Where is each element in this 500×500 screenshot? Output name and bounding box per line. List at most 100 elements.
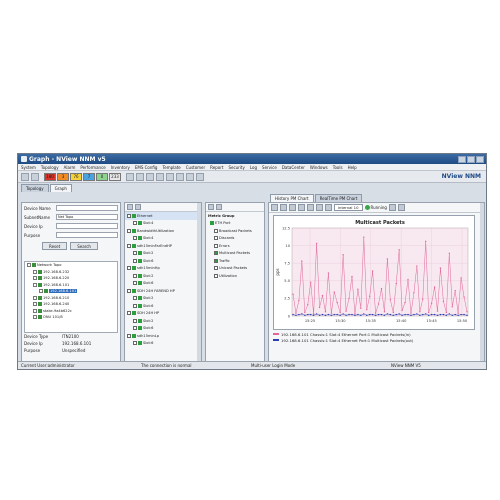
metric-checkbox[interactable] bbox=[214, 273, 218, 278]
expand-icon[interactable] bbox=[127, 204, 133, 210]
alarm-count-badge[interactable]: 0 bbox=[96, 172, 108, 181]
resource-node[interactable]: sdh15minLp bbox=[125, 332, 201, 340]
menu-item[interactable]: Help bbox=[348, 165, 357, 170]
metric-checkbox[interactable] bbox=[214, 258, 218, 263]
expand-icon[interactable] bbox=[133, 236, 137, 241]
menu-item[interactable]: Template bbox=[162, 165, 180, 170]
metric-item[interactable]: Broadcast Packets bbox=[206, 227, 264, 235]
metric-checkbox[interactable] bbox=[214, 251, 218, 256]
zoom-in-icon[interactable] bbox=[271, 204, 278, 211]
expand-icon[interactable] bbox=[33, 315, 37, 320]
expand-icon[interactable] bbox=[127, 333, 131, 338]
toolbar-icon[interactable] bbox=[176, 172, 184, 181]
menu-item[interactable]: DataCenter bbox=[282, 165, 305, 170]
menu-item[interactable]: Alarm bbox=[64, 165, 76, 170]
collapse-icon[interactable] bbox=[135, 204, 141, 210]
resource-node[interactable]: Slot:6 bbox=[125, 257, 201, 265]
expand-icon[interactable] bbox=[133, 258, 137, 263]
resource-node[interactable]: Slot:4 bbox=[125, 220, 201, 228]
expand-icon[interactable] bbox=[133, 326, 137, 331]
clear-icon[interactable] bbox=[216, 204, 222, 210]
zoom-out-icon[interactable] bbox=[280, 204, 287, 211]
field-input[interactable] bbox=[56, 205, 118, 211]
metric-item[interactable]: Utilization bbox=[206, 272, 264, 280]
chart-type-icon[interactable] bbox=[325, 204, 332, 211]
expand-icon[interactable] bbox=[133, 281, 137, 286]
interval-select[interactable]: interval 10 bbox=[334, 204, 363, 211]
metric-item[interactable]: Multicast Packets bbox=[206, 250, 264, 258]
metric-checkbox[interactable] bbox=[214, 243, 218, 248]
menu-item[interactable]: Customer bbox=[186, 165, 205, 170]
resource-node[interactable]: Slot:2 bbox=[125, 295, 201, 303]
expand-icon[interactable] bbox=[33, 276, 37, 281]
alarm-count-badge[interactable]: 233 bbox=[109, 172, 121, 181]
metric-item[interactable]: Metric Group bbox=[206, 212, 264, 220]
resource-node[interactable]: sdh15minHp bbox=[125, 265, 201, 273]
settings-icon[interactable] bbox=[307, 204, 314, 211]
expand-icon[interactable] bbox=[33, 295, 37, 300]
expand-icon[interactable] bbox=[127, 311, 131, 316]
toolbar-icon[interactable] bbox=[31, 172, 39, 181]
toolbar-icon[interactable] bbox=[166, 172, 174, 181]
metric-item[interactable]: Discards bbox=[206, 235, 264, 243]
expand-icon[interactable] bbox=[33, 302, 37, 307]
field-input[interactable] bbox=[56, 232, 118, 238]
resource-node[interactable]: Ethernet bbox=[125, 212, 201, 220]
alarm-count-badge[interactable]: 180 bbox=[44, 172, 56, 181]
resource-node[interactable]: SDH 24H FAREND HP bbox=[125, 287, 201, 295]
close-button[interactable] bbox=[476, 155, 484, 163]
resource-node[interactable]: sdh15minFarEndHP bbox=[125, 242, 201, 250]
toolbar-icon[interactable] bbox=[21, 172, 29, 181]
metric-item[interactable]: ETH Port bbox=[206, 220, 264, 228]
resource-node[interactable]: Slot:2 bbox=[125, 317, 201, 325]
help-icon[interactable] bbox=[196, 172, 204, 181]
chart-tab[interactable]: RealTime PM Chart bbox=[314, 194, 363, 202]
resource-node[interactable]: Slot:2 bbox=[125, 272, 201, 280]
maximize-button[interactable] bbox=[467, 155, 475, 163]
resource-node[interactable]: Slot:6 bbox=[125, 325, 201, 333]
chart-tab[interactable]: History PM Chart bbox=[270, 194, 314, 202]
expand-icon[interactable] bbox=[127, 213, 131, 218]
expand-icon[interactable] bbox=[133, 341, 137, 346]
expand-icon[interactable] bbox=[27, 263, 31, 268]
resource-node[interactable]: Slot:2 bbox=[125, 250, 201, 258]
alarm-count-badge[interactable]: 3 bbox=[57, 172, 69, 181]
expand-icon[interactable] bbox=[133, 221, 137, 226]
tree-node[interactable]: ONU 101/8 bbox=[25, 314, 117, 321]
reset-button[interactable]: Reset bbox=[42, 242, 68, 250]
pause-icon[interactable] bbox=[388, 204, 396, 211]
resource-node[interactable]: Slot:6 bbox=[125, 280, 201, 288]
metric-item[interactable]: Unicast Packets bbox=[206, 265, 264, 273]
stop-icon[interactable] bbox=[397, 204, 405, 211]
resource-node[interactable]: SDH 24H HP bbox=[125, 310, 201, 318]
resource-node[interactable]: Slot:6 bbox=[125, 340, 201, 348]
expand-icon[interactable] bbox=[127, 288, 131, 293]
metric-checkbox[interactable] bbox=[214, 236, 218, 241]
expand-icon[interactable] bbox=[133, 251, 137, 256]
toolbar-icon[interactable] bbox=[146, 172, 154, 181]
menu-item[interactable]: Performance bbox=[80, 165, 105, 170]
minimize-button[interactable] bbox=[458, 155, 466, 163]
menu-item[interactable]: Topology bbox=[41, 165, 59, 170]
alarm-count-badge[interactable]: 7 bbox=[83, 172, 95, 181]
toolbar-icon[interactable] bbox=[186, 172, 194, 181]
expand-icon[interactable] bbox=[127, 228, 131, 233]
expand-icon[interactable] bbox=[133, 273, 137, 278]
metric-item[interactable]: Traffic bbox=[206, 257, 264, 265]
select-all-icon[interactable] bbox=[208, 204, 214, 210]
field-input[interactable]: Net Topo bbox=[56, 214, 118, 220]
expand-icon[interactable] bbox=[127, 266, 131, 271]
expand-icon[interactable] bbox=[33, 282, 37, 287]
search-button[interactable]: Search bbox=[70, 242, 98, 250]
expand-icon[interactable] bbox=[33, 269, 37, 274]
expand-icon[interactable] bbox=[127, 243, 131, 248]
resource-node[interactable]: Slot:6 bbox=[125, 302, 201, 310]
menu-item[interactable]: Inventory bbox=[111, 165, 130, 170]
menu-item[interactable]: Security bbox=[228, 165, 244, 170]
field-input[interactable] bbox=[56, 223, 118, 229]
resource-node[interactable]: BandwidthUtilization bbox=[125, 227, 201, 235]
menu-item[interactable]: Tools bbox=[333, 165, 343, 170]
menu-item[interactable]: EMS Config bbox=[135, 165, 158, 170]
tab-graph[interactable]: Graph bbox=[49, 184, 72, 192]
scrollbar[interactable] bbox=[480, 203, 484, 361]
